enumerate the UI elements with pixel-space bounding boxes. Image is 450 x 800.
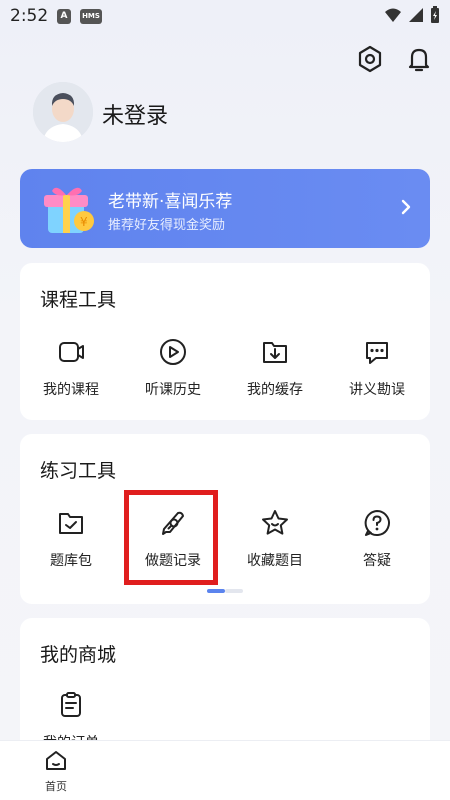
clipboard-icon (61, 692, 81, 717)
mall-title: 我的商城 (40, 644, 117, 666)
practice-tools-title: 练习工具 (40, 460, 117, 482)
video-camera-icon (59, 342, 84, 362)
tool-errata[interactable]: 讲义勘误 (326, 337, 428, 399)
play-circle-icon (160, 339, 186, 365)
avatar[interactable] (33, 82, 93, 142)
username[interactable]: 未登录 (102, 98, 168, 130)
nav-home-label: 首页 (45, 780, 67, 793)
download-folder-icon (263, 342, 287, 363)
status-time: 2:52 (10, 6, 49, 26)
page-indicator-inactive (225, 589, 243, 593)
tool-qa[interactable]: 答疑 (326, 508, 428, 570)
referral-banner[interactable]: ¥ 老带新·喜闻乐荐 推荐好友得现金奖励 (20, 169, 430, 248)
tool-label: 题库包 (50, 553, 92, 569)
tool-label: 收藏题目 (247, 553, 303, 569)
svg-text:¥: ¥ (80, 215, 88, 229)
chat-dots-icon (366, 342, 388, 364)
page-indicator-active (207, 589, 225, 593)
signal-icon (409, 8, 423, 22)
banner-title: 老带新·喜闻乐荐 (108, 192, 233, 212)
battery-icon (431, 6, 439, 23)
chevron-right-icon (401, 199, 411, 215)
course-tools-card: 课程工具 我的课程 听课历史 我的缓存 讲义勘误 (20, 263, 430, 420)
bell-icon[interactable] (404, 44, 434, 74)
wifi-icon (385, 8, 401, 22)
page-indicator (207, 589, 243, 593)
tool-my-cache[interactable]: 我的缓存 (224, 337, 326, 399)
tool-question-bank[interactable]: 题库包 (20, 508, 122, 570)
tool-label: 讲义勘误 (349, 382, 405, 398)
mall-card: 我的商城 我的订单 (20, 618, 430, 758)
highlight-box (124, 490, 218, 585)
status-bar: 2:52 A HMS (0, 0, 450, 34)
question-icon (364, 510, 390, 536)
tool-favorite-questions[interactable]: 收藏题目 (224, 508, 326, 570)
tool-watch-history[interactable]: 听课历史 (122, 337, 224, 399)
tool-my-courses[interactable]: 我的课程 (20, 337, 122, 399)
settings-hex-icon[interactable] (355, 44, 385, 74)
gift-box-icon: ¥ (44, 187, 94, 233)
bottom-nav: 首页 (0, 740, 450, 800)
folder-check-icon (59, 513, 83, 534)
avatar-person-icon (33, 82, 93, 142)
tool-label: 听课历史 (145, 382, 201, 398)
star-icon (262, 510, 288, 535)
banner-subtitle: 推荐好友得现金奖励 (108, 218, 226, 233)
tool-label: 我的缓存 (247, 382, 303, 398)
tool-label: 答疑 (363, 553, 391, 569)
status-badge-hms: HMS (80, 9, 102, 24)
home-icon (46, 751, 66, 770)
tool-label: 我的课程 (43, 382, 99, 398)
status-icons (384, 6, 440, 24)
status-badge-a: A (57, 9, 71, 24)
nav-home[interactable]: 首页 (38, 749, 74, 794)
course-tools-title: 课程工具 (40, 289, 117, 311)
practice-tools-card: 练习工具 题库包 做题记录 收藏题目 答疑 (20, 434, 430, 604)
